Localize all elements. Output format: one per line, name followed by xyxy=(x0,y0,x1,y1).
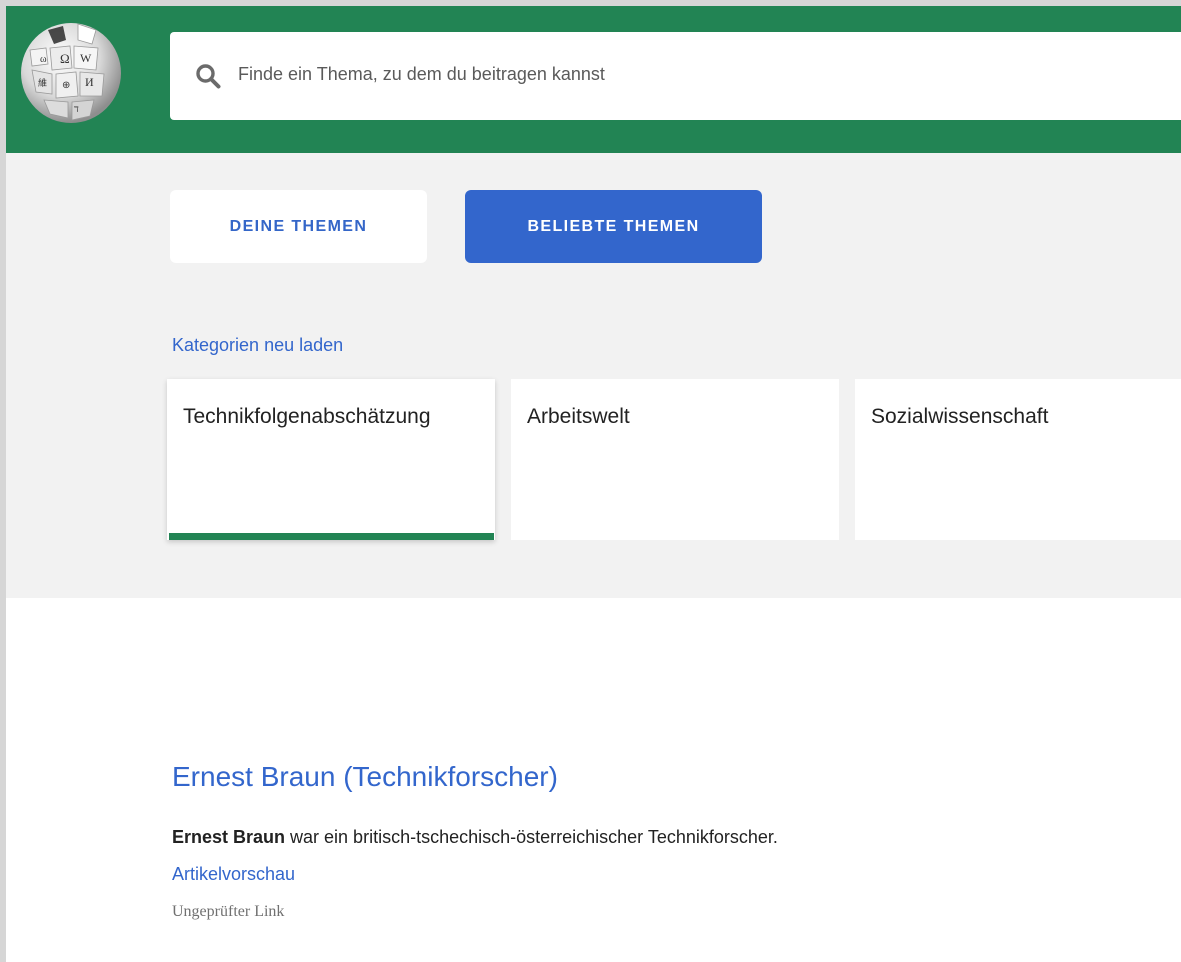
topic-filter-panel: DEINE THEMEN BELIEBTE THEMEN Kategorien … xyxy=(6,153,1181,598)
svg-text:維: 維 xyxy=(38,77,47,88)
svg-text:Ω: Ω xyxy=(60,51,70,66)
wikipedia-globe-logo-icon[interactable]: Ω W ω И ⊕ 維 ד xyxy=(18,20,124,126)
svg-text:И: И xyxy=(85,75,94,89)
selected-indicator xyxy=(169,533,494,540)
category-label: Sozialwissenschaft xyxy=(871,405,1049,428)
article-preview-link[interactable]: Artikelvorschau xyxy=(172,864,295,885)
article-title-link[interactable]: Ernest Braun (Technikforscher) xyxy=(172,761,558,793)
unchecked-link-status: Ungeprüfter Link xyxy=(172,903,285,920)
svg-text:⊕: ⊕ xyxy=(62,80,70,91)
article-description: Ernest Braun war ein britisch-tschechisc… xyxy=(172,827,778,848)
category-card-arbeitswelt[interactable]: Arbeitswelt xyxy=(511,379,839,540)
svg-text:ד: ד xyxy=(74,104,79,115)
tab-popular-topics[interactable]: BELIEBTE THEMEN xyxy=(465,190,762,263)
search-placeholder[interactable]: Finde ein Thema, zu dem du beitragen kan… xyxy=(238,64,605,85)
category-label: Arbeitswelt xyxy=(527,405,630,428)
category-label: Technikfolgenabschätzung xyxy=(183,405,431,428)
tab-your-topics[interactable]: DEINE THEMEN xyxy=(170,190,427,263)
article-description-rest: war ein britisch-tschechisch-österreichi… xyxy=(285,827,778,847)
header-bar: Ω W ω И ⊕ 維 ד Finde ein Thema, zu dem du… xyxy=(6,6,1181,153)
category-card-sozialwissenschaft[interactable]: Sozialwissenschaft xyxy=(855,379,1181,540)
svg-text:ω: ω xyxy=(40,54,47,65)
article-description-bold: Ernest Braun xyxy=(172,827,286,847)
category-card-technikfolgenabschaetzung[interactable]: Technikfolgenabschätzung xyxy=(167,379,495,540)
search-box[interactable]: Finde ein Thema, zu dem du beitragen kan… xyxy=(170,32,1181,120)
page-frame: Ω W ω И ⊕ 維 ד Finde ein Thema, zu dem du… xyxy=(6,6,1181,962)
category-cards: Technikfolgenabschätzung Arbeitswelt Soz… xyxy=(167,379,1181,544)
search-icon xyxy=(195,63,221,89)
reload-categories-link[interactable]: Kategorien neu laden xyxy=(172,335,343,356)
svg-text:W: W xyxy=(80,51,92,65)
